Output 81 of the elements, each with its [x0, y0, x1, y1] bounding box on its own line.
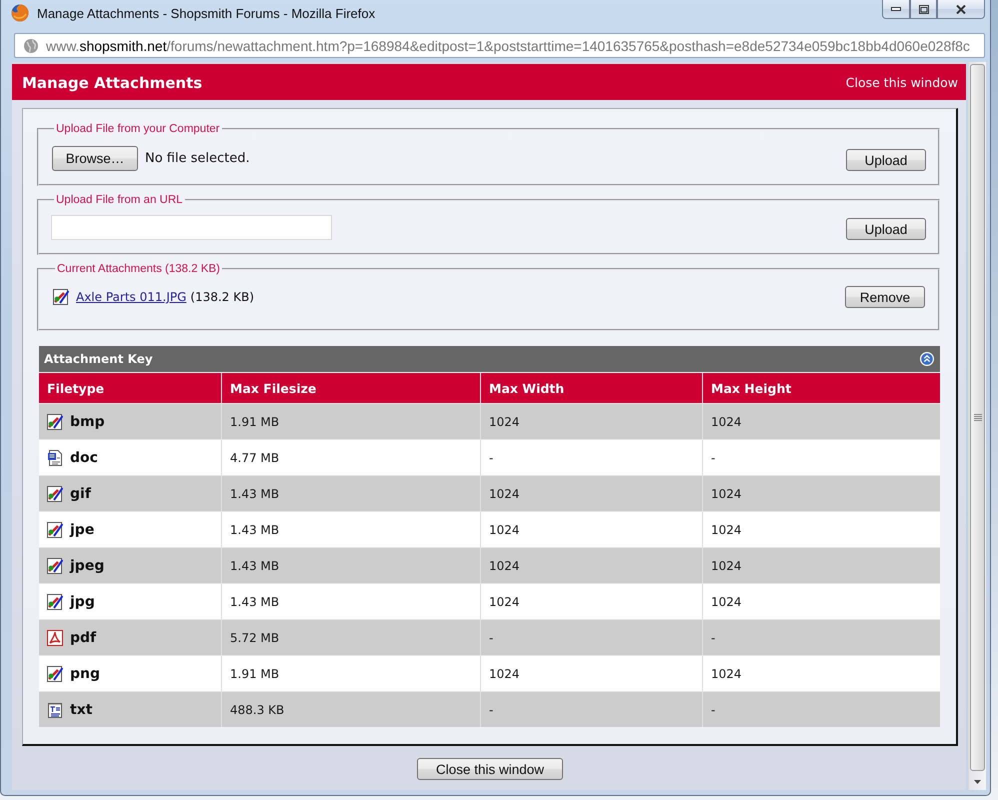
scrollbar-thumb[interactable] [970, 64, 985, 771]
filetype-label: jpeg [70, 558, 104, 574]
table-cell: 4.77 MB [222, 439, 481, 475]
file-status-text: No file selected. [145, 150, 250, 166]
table-cell: 1024 [703, 511, 940, 547]
filetype-label: png [70, 666, 100, 682]
table-cell: 488.3 KB [222, 691, 481, 727]
minimize-button[interactable] [882, 0, 910, 19]
attachment-link[interactable]: Axle Parts 011.JPG [76, 290, 186, 304]
close-icon [956, 4, 966, 14]
collapse-icon[interactable] [920, 352, 934, 366]
table-cell: 1024 [703, 547, 940, 583]
table-cell: - [481, 691, 703, 727]
window-title: Manage Attachments - Shopsmith Forums - Mozilla Firefox [37, 6, 376, 20]
filetype-label: jpg [70, 594, 95, 610]
column-header: Max Width [481, 373, 703, 403]
app-logo-icon [11, 4, 29, 22]
table-cell: 1024 [703, 403, 940, 439]
table-cell: 1024 [481, 547, 703, 583]
table-cell: 1024 [481, 511, 703, 547]
table-cell: 1024 [703, 583, 940, 619]
picture-file-icon [47, 414, 63, 430]
table-cell: 1024 [481, 403, 703, 439]
column-header: Filetype [39, 373, 222, 403]
filetype-label: pdf [70, 630, 96, 646]
close-window-button[interactable]: Close this window [417, 758, 563, 780]
filetype-label: gif [70, 486, 91, 502]
text-file-icon [47, 702, 63, 718]
table-cell: 1.43 MB [222, 511, 481, 547]
table-cell: 1.91 MB [222, 655, 481, 691]
filetype-label: bmp [70, 414, 105, 430]
file-size-text: (138.2 KB) [190, 290, 254, 304]
scroll-down-icon[interactable] [974, 780, 981, 784]
document-file-icon [47, 450, 63, 466]
section-legend: Current Attachments (138.2 KB) [55, 263, 222, 275]
section-legend: Upload File from an URL [54, 194, 185, 206]
pdf-file-icon [47, 630, 63, 646]
upload-button[interactable]: Upload [846, 149, 926, 171]
table-cell: 1024 [481, 475, 703, 511]
page-title: Manage Attachments [22, 73, 202, 92]
url-text: www.shopsmith.net/forums/newattachment.htm?p=168984&editpost=1&poststarttime=1401635765&posthash=e8de52734e059bc18bb4d060e028f8c [46, 38, 970, 54]
url-input-field[interactable] [51, 214, 332, 240]
table-cell: 1.91 MB [222, 403, 481, 439]
close-button[interactable] [937, 0, 985, 19]
upload-button[interactable]: Upload [846, 218, 926, 240]
minimize-icon [891, 7, 901, 11]
table-cell: 5.72 MB [222, 619, 481, 655]
close-window-link[interactable]: Close this window [846, 74, 958, 90]
column-header: Max Height [703, 373, 940, 403]
picture-file-icon [53, 289, 69, 305]
table-cell: - [703, 439, 940, 475]
grip-icon [974, 414, 982, 421]
picture-file-icon [47, 666, 63, 682]
globe-icon [23, 38, 39, 54]
filetype-label: doc [70, 450, 98, 466]
column-header: Max Filesize [222, 373, 481, 403]
table-cell: 1.43 MB [222, 583, 481, 619]
picture-file-icon [47, 558, 63, 574]
browse-button[interactable]: Browse… [52, 146, 138, 170]
scrollbar[interactable] [968, 62, 986, 790]
attachment-key-title: Attachment Key [44, 352, 153, 366]
table-cell: 1024 [703, 475, 940, 511]
filetype-label: jpe [70, 522, 94, 538]
remove-button[interactable]: Remove [845, 286, 925, 308]
table-cell: - [703, 691, 940, 727]
section-legend: Upload File from your Computer [54, 123, 222, 135]
maximize-button[interactable] [910, 0, 937, 19]
filetype-label: txt [70, 702, 92, 718]
picture-file-icon [47, 522, 63, 538]
table-cell: 1024 [481, 583, 703, 619]
picture-file-icon [47, 486, 63, 502]
table-cell: 1.43 MB [222, 475, 481, 511]
table-cell: - [481, 619, 703, 655]
table-cell: - [703, 619, 940, 655]
table-cell: - [481, 439, 703, 475]
picture-file-icon [47, 594, 63, 610]
table-cell: 1024 [481, 655, 703, 691]
maximize-icon [918, 4, 928, 14]
table-cell: 1024 [703, 655, 940, 691]
table-cell: 1.43 MB [222, 547, 481, 583]
address-bar[interactable]: www.shopsmith.net/forums/newattachment.htm?p=168984&editpost=1&poststarttime=1401635765&posthash=e8de52734e059bc18bb4d060e028f8c [14, 33, 985, 58]
